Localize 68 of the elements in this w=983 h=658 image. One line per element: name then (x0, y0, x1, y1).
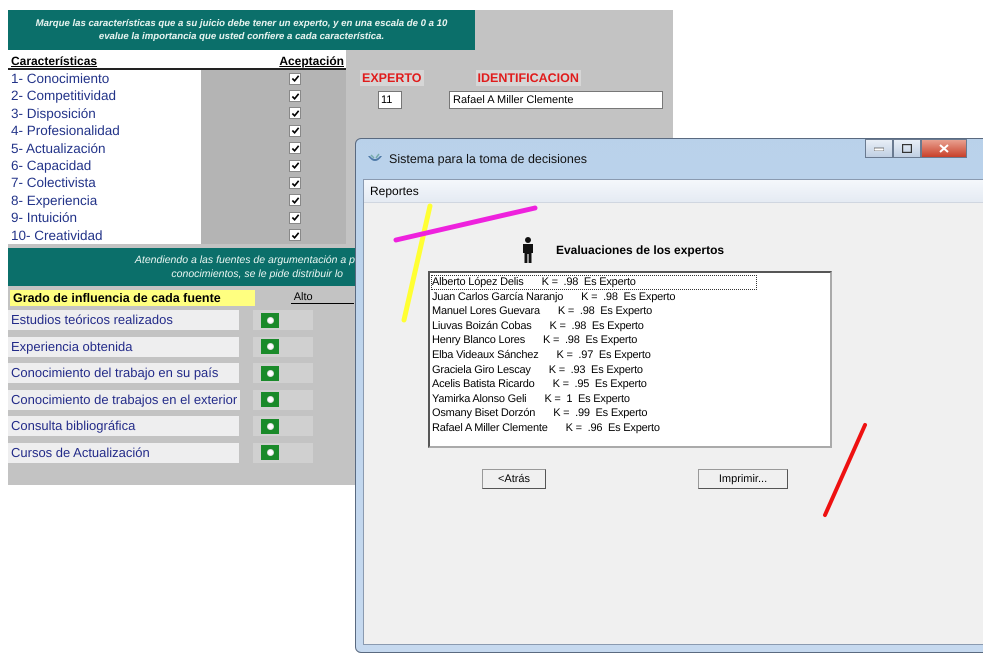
dialog-button[interactable]: Imprimir... (698, 469, 788, 489)
minimize-icon (874, 146, 884, 150)
column-header: Características (11, 54, 98, 68)
checkbox[interactable] (289, 212, 301, 224)
person-icon (522, 237, 534, 263)
section-heading: Evaluaciones de los expertos (556, 243, 724, 257)
list-item[interactable]: Acelis Batista Ricardo K = .95 Es Experto (431, 377, 768, 392)
dialog-button[interactable]: <Atrás (482, 469, 546, 489)
close-icon (939, 144, 949, 153)
maximize-button[interactable] (893, 139, 921, 158)
characteristic-label: 9- Intuición (8, 209, 201, 227)
characteristic-label: 1- Conocimiento (8, 70, 201, 88)
radio-button[interactable] (253, 336, 313, 357)
checkbox[interactable] (289, 160, 301, 172)
checkbox[interactable] (289, 107, 301, 120)
window-title: Sistema para la toma de decisiones (389, 152, 588, 166)
characteristic-label: 6- Capacidad (8, 156, 201, 174)
checkbox[interactable] (289, 124, 301, 137)
maximize-icon (902, 144, 912, 153)
source-label: Estudios teóricos realizados (8, 310, 239, 330)
checkbox[interactable] (289, 142, 301, 154)
expert-name-field[interactable]: Rafael A Miller Clemente (449, 91, 663, 109)
list-item[interactable]: Juan Carlos García Naranjo K = .98 Es Experto (431, 290, 796, 304)
list-item[interactable]: Elba Videaux Sánchez K = .97 Es Experto (431, 348, 772, 363)
list-item[interactable]: Alberto López Delis K = .98 Es Experto (431, 275, 757, 290)
radio-button[interactable] (253, 416, 313, 436)
sources-header: Grado de influencia de cada fuente (10, 290, 255, 306)
expert-number-field[interactable]: 11 (378, 91, 402, 109)
checkbox[interactable] (289, 72, 301, 85)
characteristic-label: 7- Colectivista (8, 174, 201, 192)
checkbox[interactable] (289, 229, 301, 242)
source-label: Conocimiento de trabajos en el exterior (8, 390, 240, 410)
checkbox[interactable] (289, 177, 301, 190)
characteristic-label: 5- Actualización (8, 140, 201, 157)
instructions-text: evalue la importancia que usted confiere a cada característica. (98, 30, 384, 43)
radio-button[interactable] (253, 310, 313, 330)
checkbox[interactable] (289, 194, 301, 206)
list-item[interactable]: Graciela Giro Lescay K = .93 Es Experto (431, 362, 764, 378)
minimize-button[interactable] (865, 139, 893, 158)
identification-label: IDENTIFICACION (476, 70, 581, 86)
radio-button[interactable] (253, 363, 313, 384)
list-item[interactable]: Osmany Biset Dorzón K = .99 Es Experto (431, 406, 768, 421)
instructions-text: Marque las características que a su juicio debe tener un experto, y en una escala de 0 a 10 (36, 17, 448, 30)
instructions-text: Atendiendo a las fuentes de argumentación a p (134, 252, 355, 267)
list-item[interactable]: Rafael A Miller Clemente K = .96 Es Experto (431, 420, 781, 436)
radio-button[interactable] (253, 442, 313, 463)
checkbox[interactable] (289, 90, 301, 102)
instructions-text: conocimientos, se le pide distribuir lo (171, 266, 343, 281)
characteristic-label: 3- Disposición (8, 104, 201, 122)
source-label: Cursos de Actualización (8, 442, 239, 463)
source-label: Consulta bibliográfica (8, 416, 239, 436)
radio-button[interactable] (253, 390, 313, 410)
column-header: Alto (290, 291, 354, 304)
list-item[interactable]: Manuel Lores Guevara K = .98 Es Experto (431, 304, 774, 319)
characteristic-label: 4- Profesionalidad (8, 122, 201, 140)
list-item[interactable]: Henry Blanco Lores K = .98 Es Experto (431, 333, 758, 348)
source-label: Conocimiento del trabajo en su país (8, 363, 239, 384)
close-button[interactable] (921, 139, 967, 158)
column-header: Aceptación (279, 54, 344, 68)
expert-label: EXPERTO (360, 70, 424, 86)
source-label: Experiencia obtenida (8, 336, 239, 357)
list-item[interactable]: Liuvas Boizán Cobas K = .98 Es Experto (431, 318, 765, 334)
menu-item[interactable]: Reportes (364, 184, 425, 198)
list-item[interactable]: Yamirka Alonso Geli K = 1 Es Experto (431, 392, 751, 406)
characteristic-label: 10- Creatividad (8, 226, 201, 244)
characteristic-label: 8- Experiencia (8, 192, 201, 210)
experts-list[interactable] (428, 271, 832, 448)
characteristic-label: 2- Competitividad (8, 87, 201, 105)
